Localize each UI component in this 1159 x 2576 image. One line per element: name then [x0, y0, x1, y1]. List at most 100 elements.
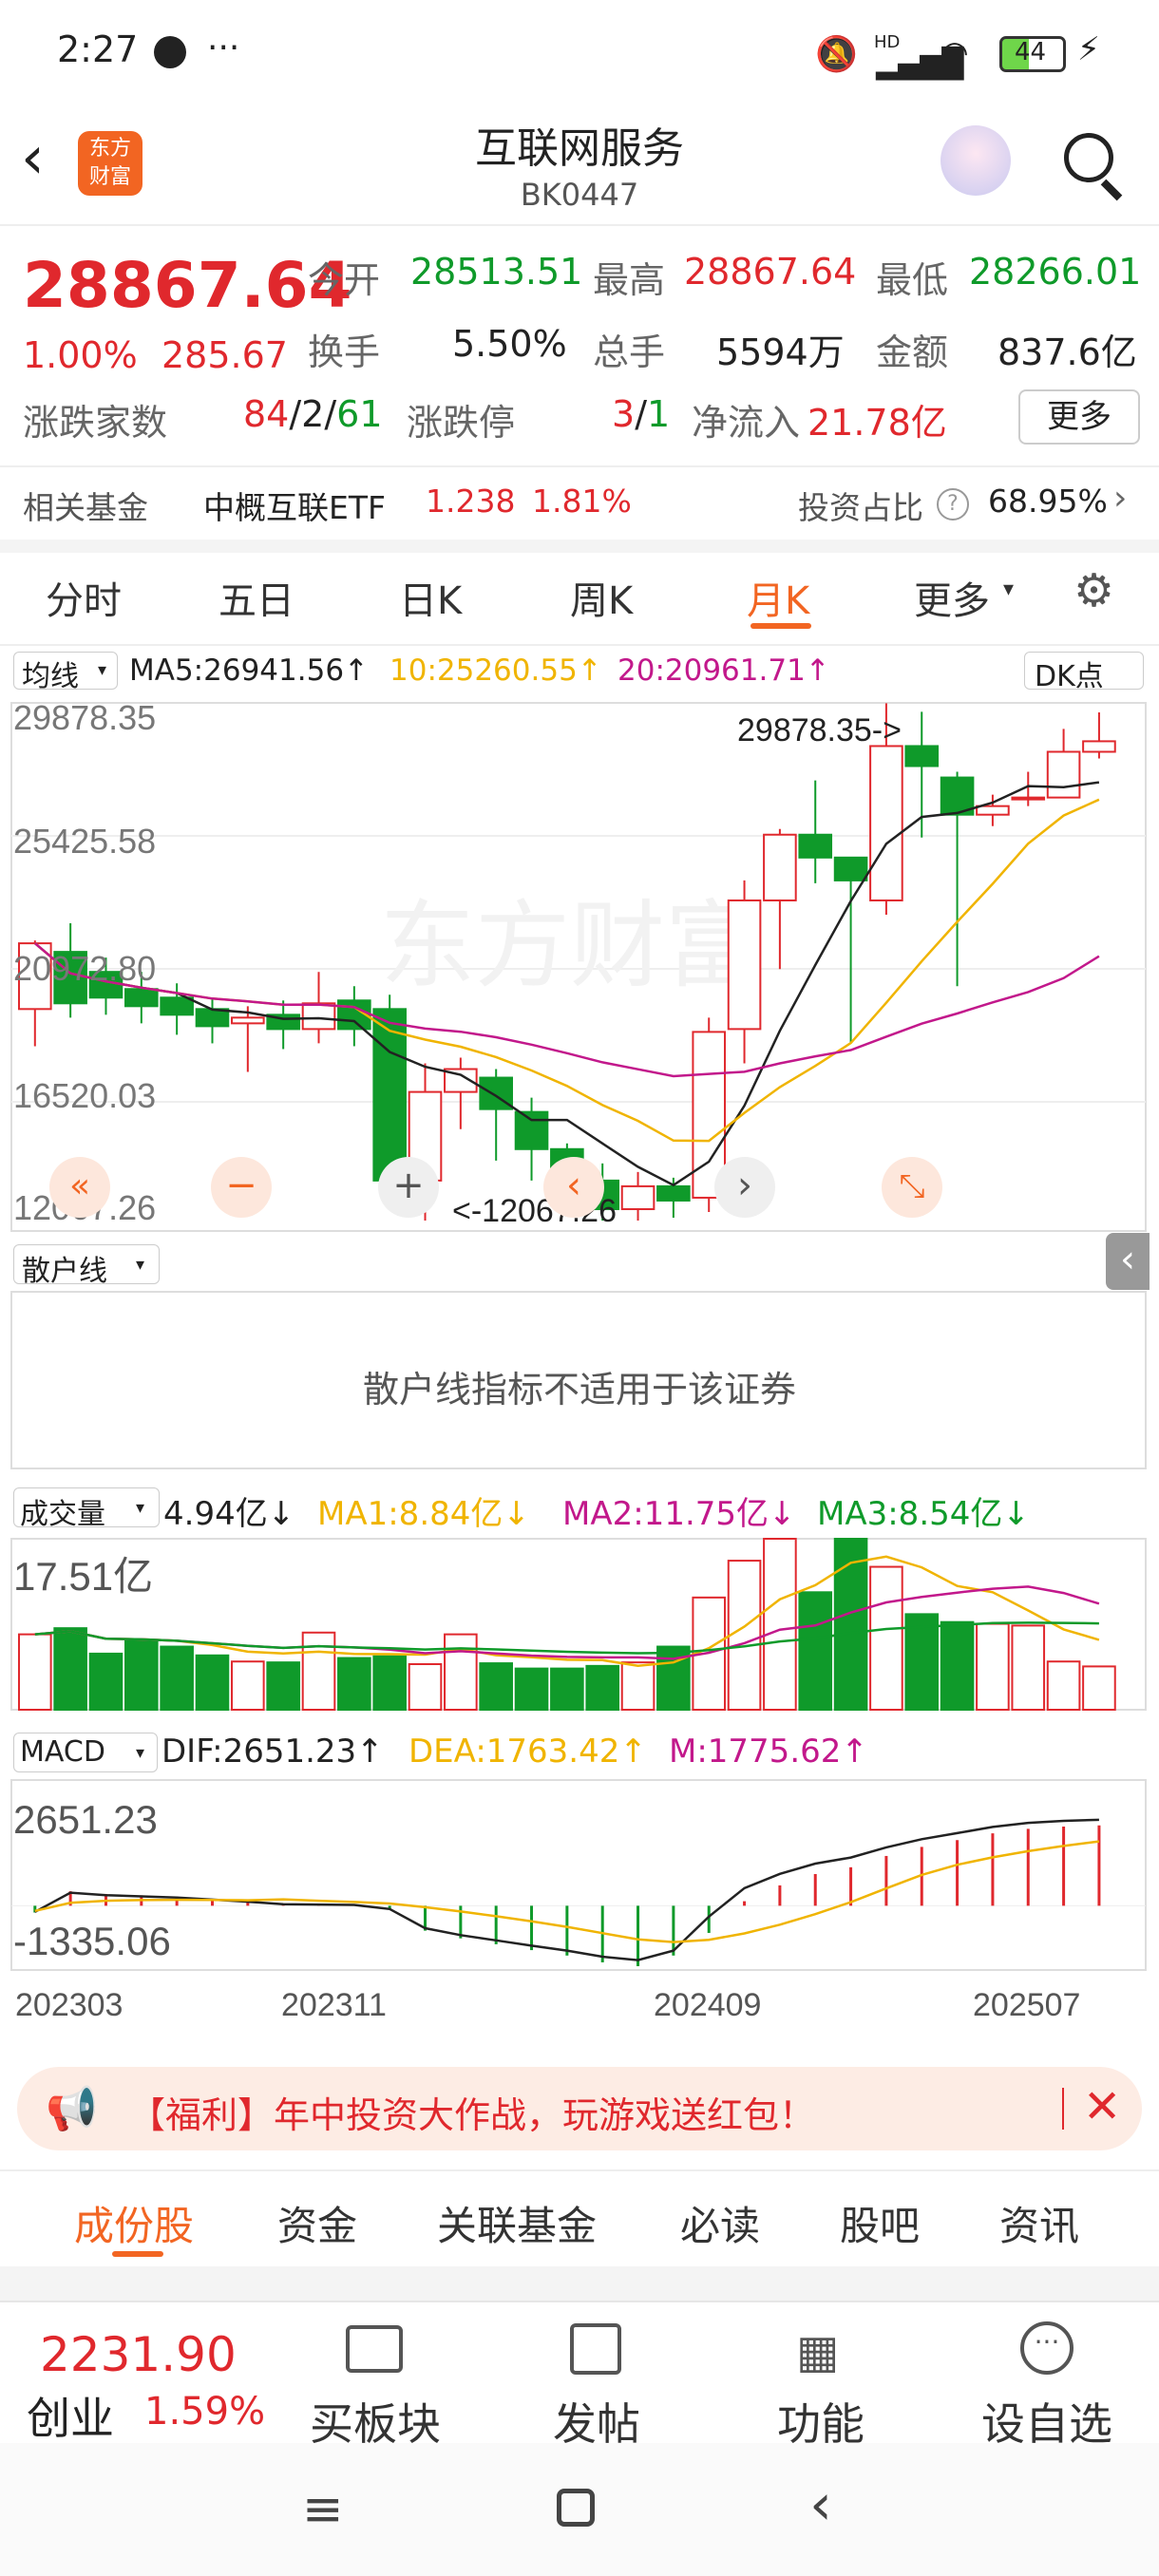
kline-y-labels: 29878.3525425.5820972.8016520.0312067.26 [13, 698, 156, 1227]
more-button[interactable]: 更多 [1018, 389, 1140, 445]
fund-ratio-label: 投资占比 [798, 489, 923, 526]
status-time: 2:27 [57, 28, 139, 70]
status-app-icon [154, 36, 186, 68]
rewind-button[interactable]: « [49, 1157, 110, 1218]
kline-y-label: 20972.80 [13, 949, 156, 988]
tab-yuek[interactable]: 月K [747, 570, 809, 625]
macd-dea: DEA:1763.42↑ [408, 1733, 647, 1771]
x-date-0: 202303 [15, 1987, 123, 2023]
volume-value: 5594万 [716, 331, 845, 373]
current-price: 28867.64 [23, 249, 352, 322]
help-icon[interactable]: ? [937, 488, 969, 521]
updown-counts: 84/2/61 [243, 393, 383, 435]
dropdown-caret-icon: ▾ [136, 1498, 145, 1518]
volume-bar [1011, 1624, 1046, 1712]
volume-bar [18, 1633, 52, 1711]
macd-top-label: 2651.23 [13, 1797, 158, 1842]
candle-body [124, 988, 159, 1008]
tab-news[interactable]: 资讯 [999, 2194, 1079, 2252]
subtab-top-divider [0, 2169, 1159, 2171]
tab-rik[interactable]: 日K [399, 570, 462, 625]
volume-bar [550, 1667, 584, 1711]
candle-body [798, 833, 833, 859]
system-nav-bar: ≡ ‹ [0, 2443, 1159, 2576]
back-nav-icon[interactable]: ‹ [809, 2472, 832, 2538]
quote-divider [0, 465, 1159, 467]
prev-button[interactable]: ‹ [543, 1157, 604, 1218]
tab-wuri[interactable]: 五日 [218, 570, 294, 625]
tab-constituents[interactable]: 成份股 [74, 2194, 194, 2252]
chevron-right-icon: › [1113, 479, 1128, 518]
search-icon[interactable] [1064, 133, 1113, 182]
retail-selector-label: 散户线 [22, 1255, 107, 1288]
fund-pct: 1.81% [532, 483, 632, 520]
candle-body [160, 996, 194, 1016]
zoom-out-button[interactable]: − [211, 1157, 272, 1218]
index-price[interactable]: 2231.90 [40, 2327, 237, 2382]
low-value: 28266.01 [969, 251, 1142, 293]
volume-ma3: MA3:8.54亿↓ [817, 1495, 1030, 1533]
open-value: 28513.51 [410, 251, 583, 293]
candle-body [1082, 740, 1116, 753]
volume-bar [372, 1655, 407, 1712]
close-icon[interactable]: ✕ [1083, 2080, 1121, 2133]
open-label: 今开 [308, 259, 381, 301]
dk-button[interactable]: DK点 [1024, 652, 1144, 693]
tab-more[interactable]: 更多 [914, 570, 990, 625]
ma-selector-label: 均线 [22, 660, 79, 693]
settings-icon[interactable]: ⚙ [1074, 564, 1114, 617]
fund-name[interactable]: 中概互联ETF [203, 483, 386, 528]
candle-body [727, 899, 762, 1031]
fund-price: 1.238 [426, 483, 516, 520]
header-divider [0, 224, 1159, 226]
ma20-value: 20:20961.71↑ [618, 653, 830, 688]
tab-zhouk[interactable]: 周K [570, 570, 633, 625]
volume-ma2: MA2:11.75亿↓ [562, 1495, 796, 1533]
zoom-in-button[interactable]: + [378, 1157, 439, 1218]
index-name: 创业 [27, 2393, 114, 2444]
candle-body [976, 805, 1010, 816]
dropdown-caret-icon: ▾ [98, 660, 107, 680]
max-note: 29878.35-> [737, 712, 902, 748]
volume-bar [160, 1645, 194, 1711]
ma-selector[interactable]: 均线 ▾ [13, 652, 118, 693]
macd-frame [10, 1779, 1147, 1971]
bottom-nav: 2231.90 创业 1.59% 买板块 发帖 ▦ 功能 ··· 设自选 [0, 2301, 1159, 2450]
tab-related-funds[interactable]: 关联基金 [437, 2194, 597, 2252]
tab-funds[interactable]: 资金 [277, 2194, 357, 2252]
dk-button-label: DK点 [1035, 660, 1104, 693]
volume-bar [301, 1631, 336, 1711]
candle-body [301, 1002, 336, 1031]
flat-count: 2 [301, 393, 325, 435]
menu-icon[interactable]: ≡ [302, 2481, 344, 2538]
kline-watermark: 东方财富 [380, 893, 760, 999]
volume-selector[interactable]: 成交量 ▾ [13, 1487, 160, 1531]
fund-ratio-value[interactable]: 68.95% [988, 483, 1108, 520]
macd-selector-label: MACD [20, 1735, 105, 1769]
home-icon[interactable] [557, 2489, 595, 2527]
updown-label: 涨跌家数 [23, 402, 168, 444]
retail-selector[interactable]: 散户线 ▾ [13, 1244, 160, 1288]
macd-selector[interactable]: MACD ▾ [13, 1733, 158, 1772]
turnover-label: 换手 [308, 331, 381, 373]
amount-value: 837.6亿 [998, 331, 1137, 373]
volume-bar [585, 1664, 620, 1711]
tab-fenshi[interactable]: 分时 [46, 570, 122, 625]
buy-sector-icon [346, 2325, 403, 2373]
fullscreen-button[interactable]: ⤡ [882, 1157, 942, 1218]
volume-bar [514, 1667, 549, 1711]
ma10-value: 10:25260.55↑ [390, 653, 602, 688]
volume-bar [869, 1565, 903, 1711]
battery-level: 44 [1015, 38, 1047, 66]
wifi-icon: ◠ [940, 34, 969, 72]
vol-ma2-line [34, 1585, 1100, 1660]
candle-body [1011, 796, 1046, 801]
side-collapse-button[interactable]: ‹ [1106, 1233, 1150, 1290]
tab-forum[interactable]: 股吧 [840, 2194, 920, 2252]
next-button[interactable]: › [714, 1157, 775, 1218]
robot-avatar-icon[interactable] [940, 125, 1011, 196]
promo-banner[interactable]: 📢 【福利】年中投资大作战，玩游戏送红包！ ✕ [17, 2067, 1142, 2150]
tabs-divider [0, 644, 1159, 646]
tab-must-read[interactable]: 必读 [680, 2194, 760, 2252]
change-percent: 1.00% [23, 334, 138, 376]
